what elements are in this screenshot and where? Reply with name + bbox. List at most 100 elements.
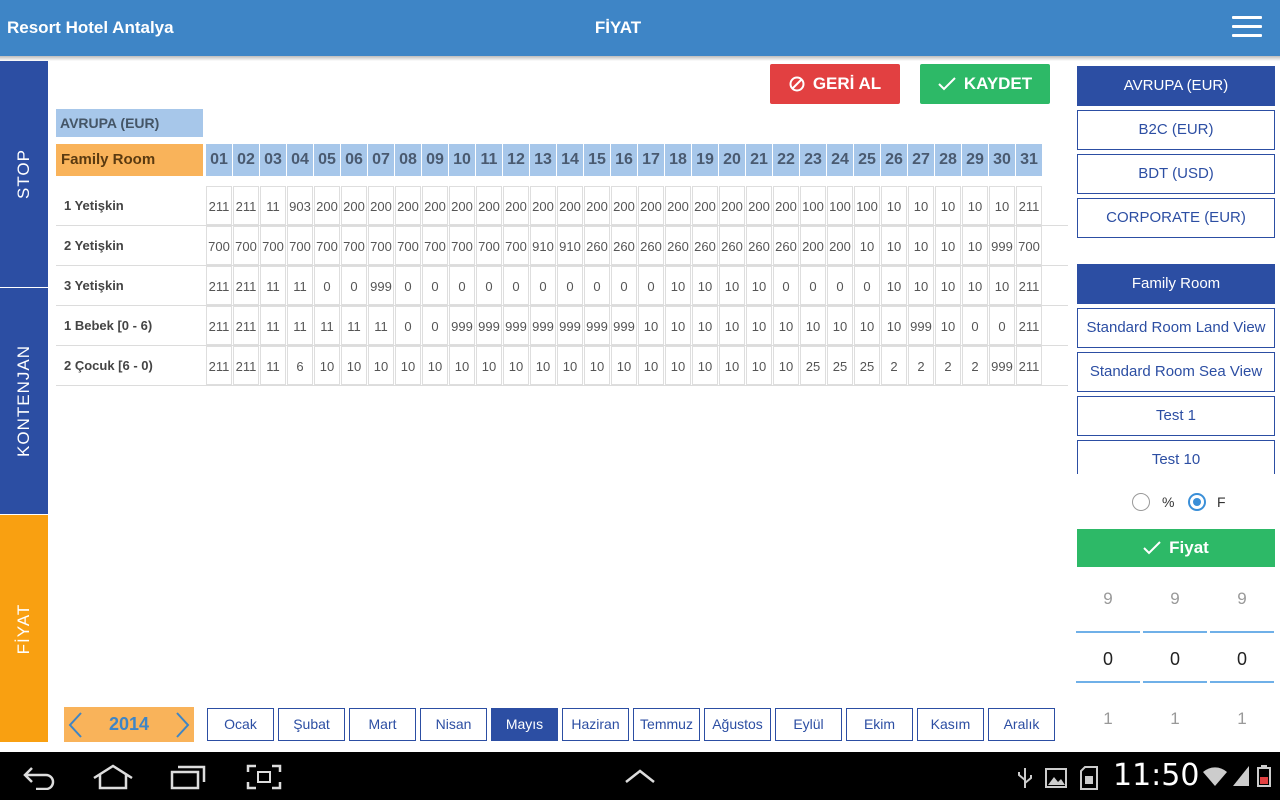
price-cell[interactable]: 10 bbox=[476, 346, 502, 385]
price-list-item[interactable]: BDT (USD) bbox=[1077, 154, 1275, 194]
price-cell[interactable]: 260 bbox=[692, 226, 718, 265]
price-cell[interactable]: 0 bbox=[530, 266, 556, 305]
price-cell[interactable]: 700 bbox=[206, 226, 232, 265]
price-cell[interactable]: 0 bbox=[800, 266, 826, 305]
price-cell[interactable]: 2 bbox=[908, 346, 934, 385]
price-cell[interactable]: 6 bbox=[287, 346, 313, 385]
price-cell[interactable]: 211 bbox=[233, 266, 259, 305]
price-cell[interactable]: 2 bbox=[962, 346, 988, 385]
price-cell[interactable]: 200 bbox=[827, 226, 853, 265]
back-icon[interactable] bbox=[22, 764, 56, 790]
number-picker[interactable]: 9 0 1 bbox=[1076, 576, 1140, 736]
price-cell[interactable]: 10 bbox=[692, 266, 718, 305]
month-tab[interactable]: Nisan bbox=[420, 708, 487, 741]
price-cell[interactable]: 211 bbox=[206, 186, 232, 225]
price-cell[interactable]: 200 bbox=[800, 226, 826, 265]
percent-radio[interactable] bbox=[1132, 493, 1150, 511]
price-cell[interactable]: 10 bbox=[962, 186, 988, 225]
price-cell[interactable]: 200 bbox=[395, 186, 421, 225]
price-cell[interactable]: 10 bbox=[989, 186, 1015, 225]
price-cell[interactable]: 11 bbox=[260, 266, 286, 305]
hamburger-menu-icon[interactable] bbox=[1232, 16, 1262, 40]
price-cell[interactable]: 10 bbox=[530, 346, 556, 385]
price-cell[interactable]: 200 bbox=[665, 186, 691, 225]
price-cell[interactable]: 10 bbox=[719, 266, 745, 305]
price-cell[interactable]: 211 bbox=[206, 346, 232, 385]
tab-stop[interactable]: STOP bbox=[0, 61, 48, 287]
room-list-item[interactable]: Standard Room Land View bbox=[1077, 308, 1275, 348]
price-cell[interactable]: 11 bbox=[287, 306, 313, 345]
price-cell[interactable]: 10 bbox=[881, 186, 907, 225]
price-cell[interactable]: 10 bbox=[746, 266, 772, 305]
price-cell[interactable]: 10 bbox=[746, 306, 772, 345]
price-cell[interactable]: 260 bbox=[746, 226, 772, 265]
price-cell[interactable]: 200 bbox=[692, 186, 718, 225]
price-cell[interactable]: 999 bbox=[557, 306, 583, 345]
chevron-up-icon[interactable] bbox=[624, 768, 656, 784]
price-cell[interactable]: 10 bbox=[449, 346, 475, 385]
price-cell[interactable]: 0 bbox=[827, 266, 853, 305]
price-cell[interactable]: 10 bbox=[692, 306, 718, 345]
price-cell[interactable]: 211 bbox=[1016, 266, 1042, 305]
price-cell[interactable]: 10 bbox=[773, 306, 799, 345]
price-cell[interactable]: 0 bbox=[962, 306, 988, 345]
price-cell[interactable]: 10 bbox=[935, 226, 961, 265]
price-cell[interactable]: 0 bbox=[989, 306, 1015, 345]
price-cell[interactable]: 10 bbox=[638, 306, 664, 345]
price-cell[interactable]: 10 bbox=[773, 346, 799, 385]
chevron-right-icon[interactable] bbox=[172, 710, 192, 740]
price-cell[interactable]: 0 bbox=[503, 266, 529, 305]
price-cell[interactable]: 10 bbox=[719, 346, 745, 385]
price-cell[interactable]: 10 bbox=[719, 306, 745, 345]
price-cell[interactable]: 211 bbox=[206, 266, 232, 305]
price-cell[interactable]: 100 bbox=[854, 186, 880, 225]
price-cell[interactable]: 10 bbox=[881, 226, 907, 265]
price-cell[interactable]: 10 bbox=[989, 266, 1015, 305]
price-cell[interactable]: 999 bbox=[368, 266, 394, 305]
price-cell[interactable]: 10 bbox=[800, 306, 826, 345]
price-cell[interactable]: 10 bbox=[908, 226, 934, 265]
room-list-item[interactable]: Family Room bbox=[1077, 264, 1275, 304]
price-cell[interactable]: 700 bbox=[314, 226, 340, 265]
price-cell[interactable]: 211 bbox=[206, 306, 232, 345]
month-tab[interactable]: Ağustos bbox=[704, 708, 771, 741]
save-button[interactable]: KAYDET bbox=[920, 64, 1050, 104]
price-cell[interactable]: 10 bbox=[935, 186, 961, 225]
price-cell[interactable]: 200 bbox=[341, 186, 367, 225]
undo-button[interactable]: GERİ AL bbox=[770, 64, 900, 104]
price-cell[interactable]: 0 bbox=[854, 266, 880, 305]
price-cell[interactable]: 10 bbox=[881, 306, 907, 345]
price-cell[interactable]: 200 bbox=[638, 186, 664, 225]
price-cell[interactable]: 200 bbox=[557, 186, 583, 225]
price-cell[interactable]: 11 bbox=[314, 306, 340, 345]
price-cell[interactable]: 0 bbox=[773, 266, 799, 305]
price-cell[interactable]: 200 bbox=[611, 186, 637, 225]
picker-prev[interactable]: 9 bbox=[1076, 589, 1140, 609]
price-cell[interactable]: 200 bbox=[503, 186, 529, 225]
month-tab[interactable]: Eylül bbox=[775, 708, 842, 741]
apply-price-button[interactable]: Fiyat bbox=[1077, 529, 1275, 567]
picker-next[interactable]: 1 bbox=[1210, 709, 1274, 729]
price-cell[interactable]: 903 bbox=[287, 186, 313, 225]
price-cell[interactable]: 10 bbox=[935, 306, 961, 345]
price-cell[interactable]: 10 bbox=[827, 306, 853, 345]
month-tab[interactable]: Aralık bbox=[988, 708, 1055, 741]
price-cell[interactable]: 0 bbox=[611, 266, 637, 305]
price-cell[interactable]: 211 bbox=[233, 186, 259, 225]
room-list-item[interactable]: Test 10 bbox=[1077, 440, 1275, 474]
price-list-item[interactable]: AVRUPA (EUR) bbox=[1077, 66, 1275, 106]
price-cell[interactable]: 700 bbox=[395, 226, 421, 265]
price-cell[interactable]: 10 bbox=[503, 346, 529, 385]
price-cell[interactable]: 11 bbox=[368, 306, 394, 345]
price-cell[interactable]: 11 bbox=[341, 306, 367, 345]
price-cell[interactable]: 0 bbox=[638, 266, 664, 305]
price-cell[interactable]: 211 bbox=[1016, 186, 1042, 225]
picker-prev[interactable]: 9 bbox=[1210, 589, 1274, 609]
price-cell[interactable]: 999 bbox=[503, 306, 529, 345]
picker-next[interactable]: 1 bbox=[1143, 709, 1207, 729]
price-cell[interactable]: 260 bbox=[611, 226, 637, 265]
price-cell[interactable]: 0 bbox=[395, 266, 421, 305]
price-cell[interactable]: 10 bbox=[854, 226, 880, 265]
price-cell[interactable]: 200 bbox=[368, 186, 394, 225]
price-cell[interactable]: 10 bbox=[395, 346, 421, 385]
